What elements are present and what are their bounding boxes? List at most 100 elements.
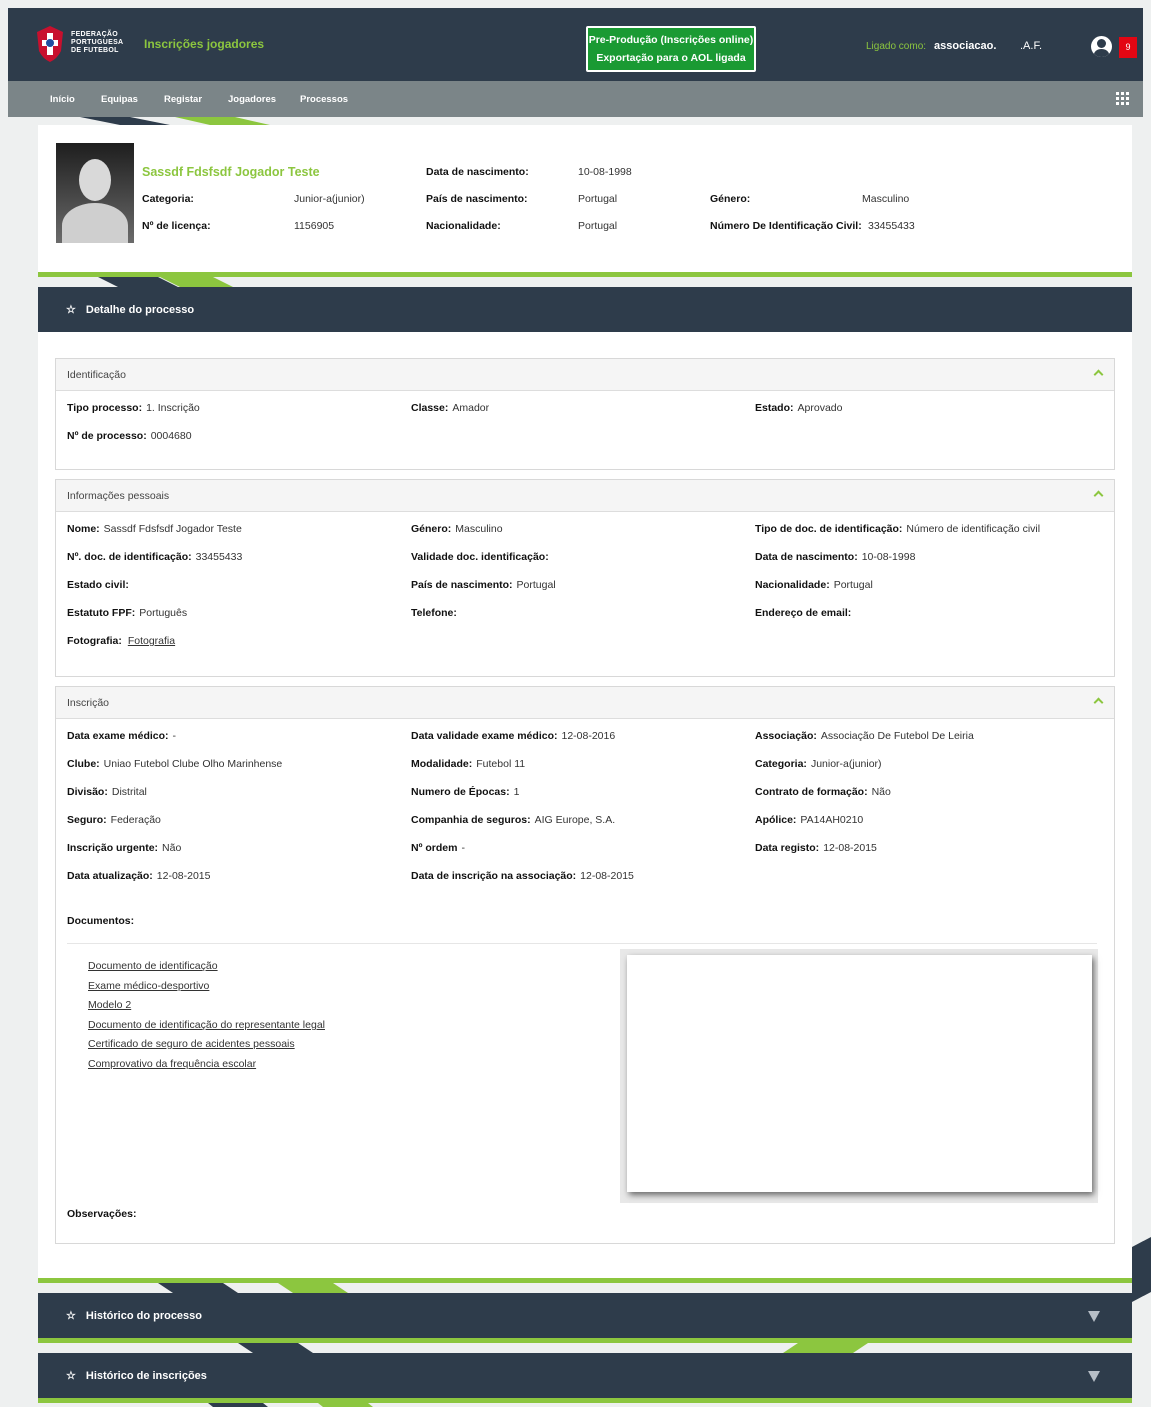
modalidade-field: Modalidade: Futebol 11 <box>411 758 526 770</box>
identificacao-title: Identificação <box>67 369 126 381</box>
login-association: .A.F. <box>1020 40 1043 52</box>
atualizacao-field: Data atualização: 12-08-2015 <box>67 870 211 882</box>
fotografia-link[interactable]: Fotografia <box>128 635 175 647</box>
inscricao-header[interactable]: Inscrição <box>56 687 1114 719</box>
star-icon: ☆ <box>66 304 76 316</box>
exame-medico-field: Data exame médico: - <box>67 730 177 742</box>
doc-link-frequencia[interactable]: Comprovativo da frequência escolar <box>88 1058 256 1070</box>
historico-inscricoes-title: Histórico de inscrições <box>85 1369 207 1382</box>
detalhe-header[interactable]: ☆ Detalhe do processo <box>38 287 1132 332</box>
telefone-field: Telefone: <box>411 607 457 619</box>
estatuto-field: Estatuto FPF: Português <box>67 607 188 619</box>
fpf-logo <box>37 26 63 62</box>
doc-link-exame[interactable]: Exame médico-desportivo <box>88 980 209 992</box>
main-nav: Início Equipas Registar Jogadores Proces… <box>8 81 1143 117</box>
detalhe-title: Detalhe do processo <box>85 303 195 316</box>
star-icon: ☆ <box>66 1310 76 1322</box>
doc-link-modelo2[interactable]: Modelo 2 <box>88 999 131 1011</box>
login-user: associacao. <box>934 40 997 52</box>
pais-value: Portugal <box>578 193 618 205</box>
licenca-value: 1156905 <box>294 220 335 232</box>
expand-arrow-icon[interactable] <box>1088 1310 1100 1322</box>
categoria-label: Categoria: <box>142 193 194 205</box>
num-doc-field: Nº. doc. de identificação: 33455433 <box>67 551 243 563</box>
identificacao-header[interactable]: Identificação <box>56 359 1114 391</box>
doc-link-seguro[interactable]: Certificado de seguro de acidentes pesso… <box>88 1038 295 1050</box>
ordem-field: Nº ordem - <box>411 842 465 854</box>
fotografia-field: Fotografia: Fotografia <box>67 635 176 647</box>
nacionalidade-value: Portugal <box>578 220 618 232</box>
chevron-up-icon[interactable] <box>1093 697 1104 708</box>
historico-processo-header[interactable]: ☆ Histórico do processo <box>38 1293 1132 1338</box>
document-viewer[interactable] <box>627 955 1092 1192</box>
nav-processos[interactable]: Processos <box>300 94 348 105</box>
apolice-field: Apólice: PA14AH0210 <box>755 814 864 826</box>
apps-grid-icon[interactable] <box>1116 92 1129 105</box>
num-processo-field: Nº de processo: 0004680 <box>67 430 192 442</box>
inscricao-panel: Inscrição Data exame médico: - Data valid… <box>55 686 1115 1244</box>
historico-processo-title: Histórico do processo <box>85 1309 203 1322</box>
chevron-up-icon[interactable] <box>1093 369 1104 380</box>
classe-field: Classe: Amador <box>411 402 490 414</box>
section-stripes <box>98 277 233 287</box>
user-account-icon[interactable] <box>1091 36 1112 57</box>
urgente-field: Inscrição urgente: Não <box>67 842 182 854</box>
pais-nascimento-field: País de nascimento: Portugal <box>411 579 556 591</box>
companhia-field: Companhia de seguros: AIG Europe, S.A. <box>411 814 616 826</box>
tipo-processo-field: Tipo processo: 1. Inscrição <box>67 402 200 414</box>
email-field: Endereço de email: <box>755 607 852 619</box>
section-stripes <box>208 1403 373 1407</box>
divisao-field: Divisão: Distrital <box>67 786 147 798</box>
inscricao-associacao-field: Data de inscrição na associação: 12-08-20… <box>411 870 634 882</box>
registo-field: Data registo: 12-08-2015 <box>755 842 877 854</box>
clube-field: Clube: Uniao Futebol Clube Olho Marinhens… <box>67 758 283 770</box>
nascimento-label: Data de nascimento: <box>426 166 529 178</box>
app-title[interactable]: Inscrições jogadores <box>144 37 264 51</box>
observacoes-label: Observações: <box>67 1208 137 1220</box>
environment-line-2: Exportação para o AOL ligada <box>596 52 746 64</box>
estado-civil-field: Estado civil: <box>67 579 129 591</box>
validade-doc-field: Validade doc. identificação: <box>411 551 549 563</box>
nascimento-value: 10-08-1998 <box>578 166 632 178</box>
environment-badge: Pre-Produção (Inscrições online) Exporta… <box>586 26 756 72</box>
tipo-doc-field: Tipo de doc. de identificação: Número de … <box>755 523 1041 535</box>
player-profile-card: Sassdf Fdsfsdf Jogador Teste Categoria: … <box>38 125 1132 273</box>
environment-line-1: Pre-Produção (Inscrições online) <box>588 34 754 46</box>
nav-inicio[interactable]: Início <box>50 94 75 105</box>
pessoais-header[interactable]: Informações pessoais <box>56 480 1114 512</box>
nav-jogadores[interactable]: Jogadores <box>228 94 276 105</box>
player-name: Sassdf Fdsfsdf Jogador Teste <box>142 165 320 179</box>
chevron-up-icon[interactable] <box>1093 490 1104 501</box>
historico-inscricoes-header[interactable]: ☆ Histórico de inscrições <box>38 1353 1132 1398</box>
estado-field: Estado: Aprovado <box>755 402 843 414</box>
nacionalidade-label: Nacionalidade: <box>426 220 501 232</box>
logo-text: FEDERAÇÃO PORTUGUESA DE FUTEBOL <box>71 31 124 54</box>
nav-equipas[interactable]: Equipas <box>101 94 138 105</box>
pais-label: País de nascimento: <box>426 193 528 205</box>
seguro-field: Seguro: Federação <box>67 814 161 826</box>
categoria-value: Junior-a(junior) <box>294 193 365 205</box>
player-photo <box>56 143 134 243</box>
identificacao-panel: Identificação Tipo processo: 1. Inscrição… <box>55 358 1115 470</box>
process-detail-card: Identificação Tipo processo: 1. Inscrição… <box>38 332 1132 1278</box>
doc-link-identificacao[interactable]: Documento de identificação <box>88 960 218 972</box>
expand-arrow-icon[interactable] <box>1088 1370 1100 1382</box>
data-nascimento-field: Data de nascimento: 10-08-1998 <box>755 551 916 563</box>
pessoais-title: Informações pessoais <box>67 490 170 502</box>
top-bar: FEDERAÇÃO PORTUGUESA DE FUTEBOL Inscriçõ… <box>8 8 1143 81</box>
documentos-label: Documentos: <box>67 915 135 927</box>
genero-value: Masculino <box>862 193 910 205</box>
nic-value: 33455433 <box>868 220 915 232</box>
notification-badge[interactable]: 9 <box>1119 37 1137 58</box>
informacoes-pessoais-panel: Informações pessoais Nome: Sassdf Fdsfsdf… <box>55 479 1115 677</box>
nav-registar[interactable]: Registar <box>164 94 202 105</box>
epocas-field: Numero de Épocas: 1 <box>411 786 520 798</box>
contrato-field: Contrato de formação: Não <box>755 786 891 798</box>
section-stripes <box>238 1343 868 1353</box>
validade-exame-field: Data validade exame médico: 12-08-2016 <box>411 730 616 742</box>
star-icon: ☆ <box>66 1370 76 1382</box>
categoria-field: Categoria: Junior-a(junior) <box>755 758 882 770</box>
associacao-field: Associação: Associação De Futebol De Leir… <box>755 730 974 742</box>
doc-link-representante[interactable]: Documento de identificação do representa… <box>88 1019 325 1031</box>
nic-label: Número De Identificação Civil: <box>710 220 862 232</box>
